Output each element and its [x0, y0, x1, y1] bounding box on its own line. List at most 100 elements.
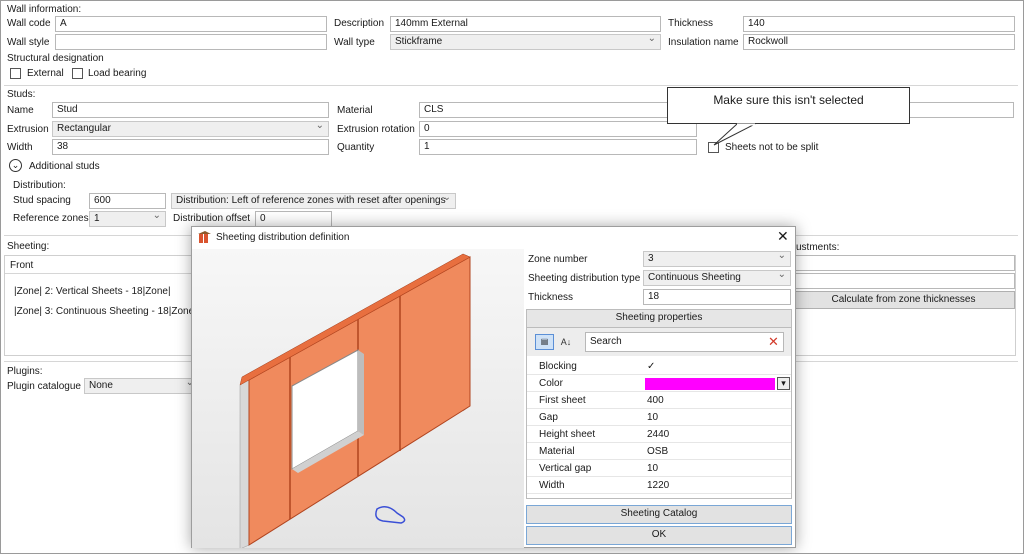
callout-text: Make sure this isn't selected [713, 93, 864, 107]
extrusion-rotation-input[interactable]: 0 [419, 121, 697, 137]
sheeting-title: Sheeting: [7, 241, 50, 252]
adjustment-input-1[interactable] [792, 255, 1015, 271]
structural-title: Structural designation [7, 53, 104, 64]
sheeting-front-tab[interactable]: Front [10, 260, 33, 271]
wall-code-input[interactable]: A [55, 16, 327, 32]
stud-width-label: Width [7, 142, 33, 153]
divider [4, 85, 1018, 86]
property-value[interactable]: 1220 [647, 480, 669, 491]
property-value[interactable]: OSB [647, 446, 668, 457]
adjustment-input-2[interactable] [792, 273, 1015, 289]
property-rows: Blocking ✓ Color ▾ First sheet 400 Gap 10 He… [527, 356, 791, 496]
thickness-label: Thickness [668, 18, 714, 29]
external-checkbox[interactable] [10, 68, 21, 79]
sheeting-distribution-dialog: Sheeting distribution definition ✕ Zone [191, 226, 796, 550]
property-value[interactable]: 10 [647, 463, 658, 474]
property-row[interactable]: Blocking ✓ [527, 358, 791, 375]
additional-studs-label[interactable]: Additional studs [29, 161, 100, 172]
zone-number-dropdown[interactable]: 3 [643, 251, 791, 267]
calculate-button[interactable]: Calculate from zone thicknesses [792, 291, 1015, 309]
load-bearing-checkbox[interactable] [72, 68, 83, 79]
distribution-type-label: Sheeting distribution type [528, 273, 641, 284]
insulation-input[interactable]: Rockwoll [743, 34, 1015, 50]
stud-spacing-label: Stud spacing [13, 195, 71, 206]
insulation-label: Insulation name [668, 37, 739, 48]
wall-style-input[interactable] [55, 34, 327, 50]
property-row[interactable]: Gap 10 [527, 409, 791, 426]
adjustments-label: ustments: [796, 242, 840, 253]
property-key: Gap [539, 412, 558, 423]
external-label: External [27, 68, 64, 79]
clear-search-icon[interactable]: ✕ [768, 334, 779, 350]
dialog-thickness-label: Thickness [528, 292, 574, 303]
zone-list-item[interactable]: |Zone| 3: Continuous Sheeting - 18|Zone| [14, 306, 197, 317]
load-bearing-label: Load bearing [88, 68, 147, 79]
property-row[interactable]: Height sheet 2440 [527, 426, 791, 443]
divider [5, 273, 191, 274]
property-value[interactable]: 10 [647, 412, 658, 423]
ok-button[interactable]: OK [526, 526, 792, 545]
blocking-check-icon[interactable]: ✓ [647, 361, 655, 372]
property-key: First sheet [539, 395, 586, 406]
property-search-input[interactable]: Search [585, 332, 784, 352]
stud-width-input[interactable]: 38 [52, 139, 329, 155]
stud-name-label: Name [7, 105, 34, 116]
plugin-catalogue-dropdown[interactable]: None [84, 378, 199, 394]
plugins-title: Plugins: [7, 366, 43, 377]
stud-name-input[interactable]: Stud [52, 102, 329, 118]
wall-style-label: Wall style [7, 37, 50, 48]
property-key: Color [539, 378, 563, 389]
extrusion-label: Extrusion [7, 124, 49, 135]
distribution-offset-input[interactable]: 0 [255, 211, 332, 227]
wall-info-title: Wall information: [7, 4, 82, 15]
thickness-input[interactable]: 140 [743, 16, 1015, 32]
stud-material-input[interactable]: CLS [419, 102, 697, 118]
description-input[interactable]: 140mm External [390, 16, 661, 32]
reference-zones-label: Reference zones [13, 213, 89, 224]
chevron-down-icon[interactable]: ⌄ [9, 159, 22, 172]
property-key: Height sheet [539, 429, 596, 440]
property-key: Material [539, 446, 575, 457]
property-row[interactable]: Vertical gap 10 [527, 460, 791, 477]
close-icon[interactable]: ✕ [777, 228, 789, 245]
quantity-input[interactable]: 1 [419, 139, 697, 155]
property-row[interactable]: Material OSB [527, 443, 791, 460]
extrusion-rotation-label: Extrusion rotation [337, 124, 415, 135]
callout-pointer [713, 123, 756, 146]
property-key: Vertical gap [539, 463, 592, 474]
color-swatch[interactable] [645, 378, 775, 390]
wall-code-label: Wall code [7, 18, 51, 29]
dialog-title: Sheeting distribution definition [216, 232, 350, 243]
stud-spacing-input[interactable]: 600 [89, 193, 166, 209]
plugin-catalogue-label: Plugin catalogue [7, 381, 81, 392]
callout-note: Make sure this isn't selected [667, 87, 910, 124]
distribution-type-dropdown[interactable]: Continuous Sheeting [643, 270, 791, 286]
extrusion-dropdown[interactable]: Rectangular [52, 121, 329, 137]
property-row[interactable]: Color ▾ [527, 375, 791, 392]
wall-preview [192, 249, 524, 550]
sheeting-catalog-button[interactable]: Sheeting Catalog [526, 505, 792, 524]
property-key: Width [539, 480, 565, 491]
description-label: Description [334, 18, 385, 29]
property-row[interactable]: Width 1220 [527, 477, 791, 494]
studs-title: Studs: [7, 89, 36, 100]
wall-type-dropdown[interactable]: Stickframe [390, 34, 661, 50]
distribution-offset-label: Distribution offset [173, 213, 251, 224]
distribution-dropdown[interactable]: Distribution: Left of reference zones wi… [171, 193, 456, 209]
property-grid: Sheeting properties ▤ A↓ Search ✕ Blocki… [526, 309, 792, 499]
property-value[interactable]: 2440 [647, 429, 669, 440]
wall-type-label: Wall type [334, 37, 375, 48]
reference-zones-dropdown[interactable]: 1 [89, 211, 166, 227]
properties-header: Sheeting properties [527, 310, 791, 328]
zone-number-label: Zone number [528, 254, 588, 265]
property-value[interactable]: 400 [647, 395, 664, 406]
property-row[interactable]: First sheet 400 [527, 392, 791, 409]
categorized-icon[interactable]: ▤ [535, 334, 554, 350]
zone-list-item[interactable]: |Zone| 2: Vertical Sheets - 18|Zone| [14, 286, 171, 297]
dialog-thickness-input[interactable]: 18 [643, 289, 791, 305]
wall-app-icon [198, 231, 211, 243]
stud-material-label: Material [337, 105, 373, 116]
sort-icon[interactable]: A↓ [558, 334, 574, 350]
wall-3d-illustration [239, 253, 471, 550]
chevron-down-icon[interactable]: ▾ [777, 377, 790, 390]
